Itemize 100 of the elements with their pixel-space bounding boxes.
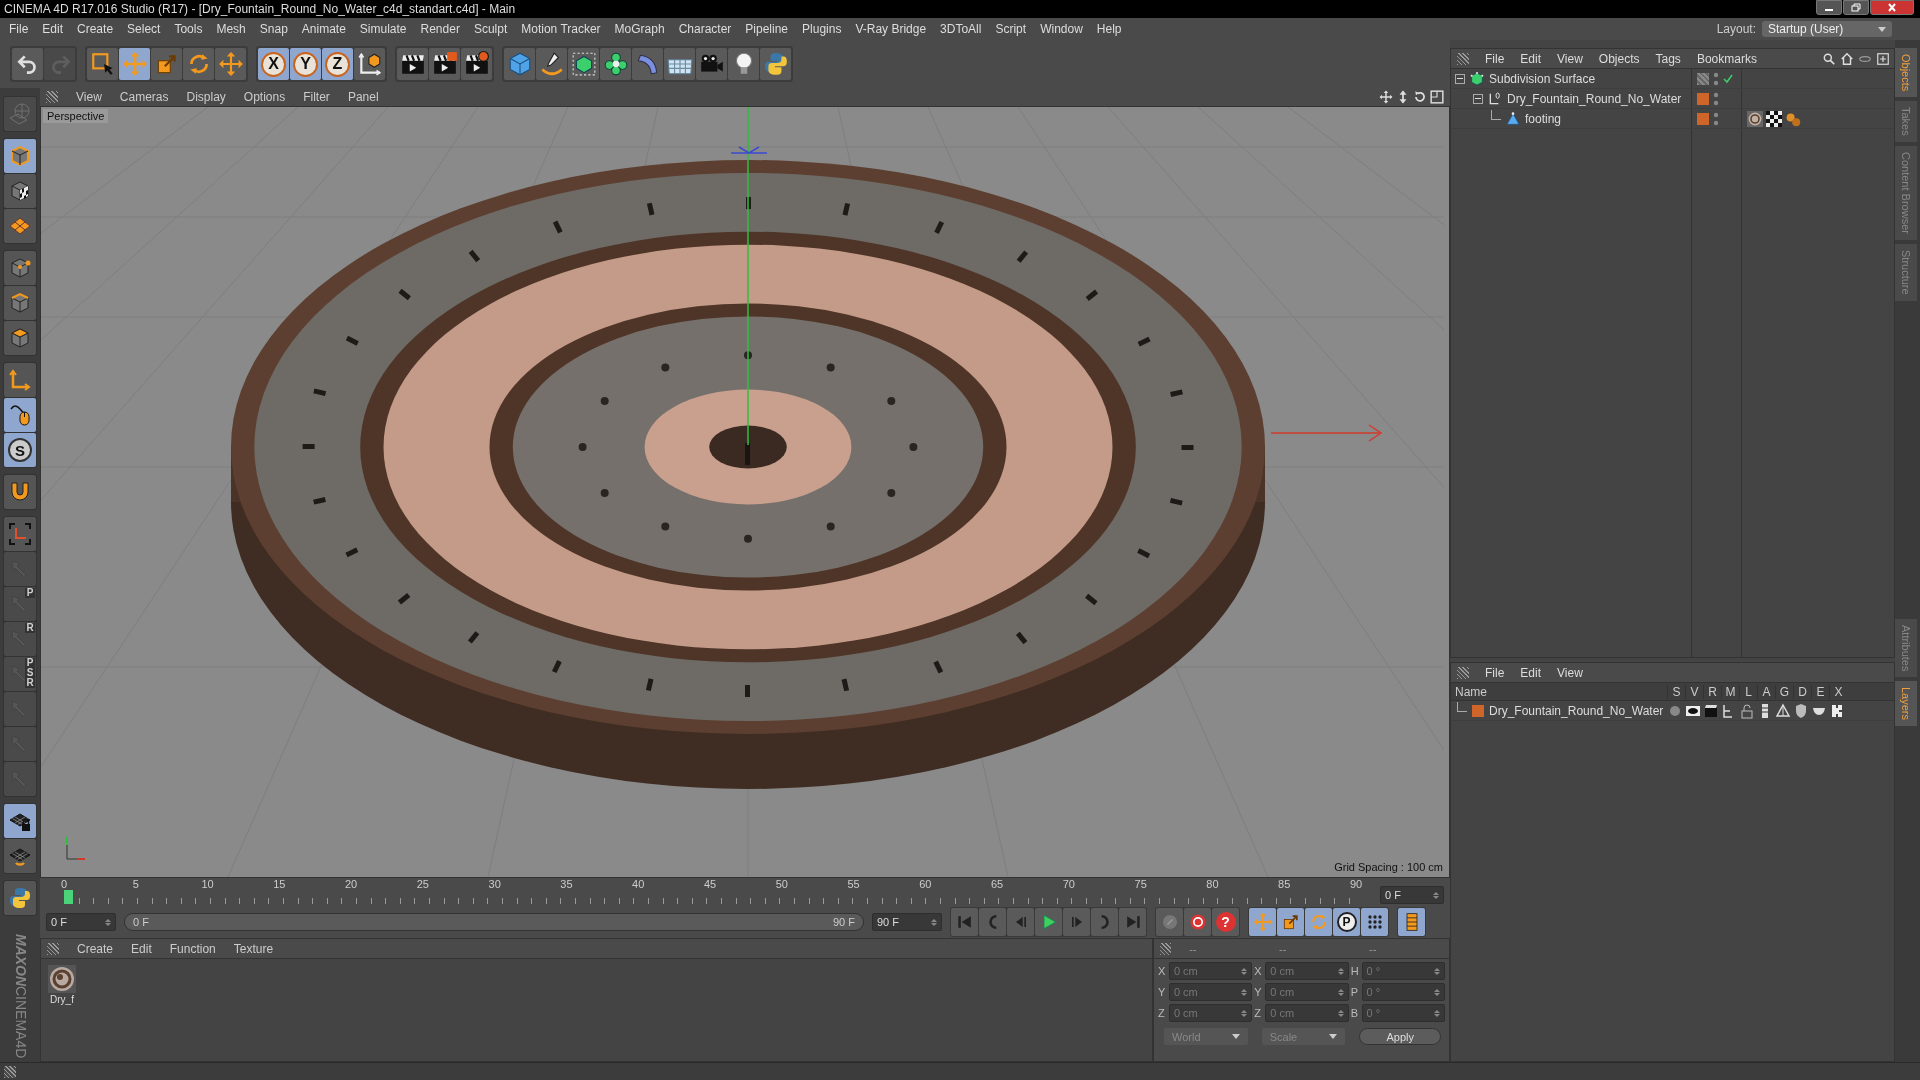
menu-item[interactable]: Motion Tracker <box>514 22 608 36</box>
menu-item[interactable]: Edit <box>123 941 160 956</box>
menu-item[interactable]: View <box>1549 665 1591 680</box>
maximize-view-icon[interactable] <box>1430 90 1444 104</box>
close-button[interactable] <box>1870 0 1914 15</box>
apply-button[interactable]: Apply <box>1359 1028 1441 1045</box>
object-name[interactable]: Subdivision Surface <box>1489 71 1596 86</box>
tool-button[interactable] <box>4 398 36 432</box>
menu-item[interactable]: Pipeline <box>738 22 796 36</box>
menu-item[interactable]: Options <box>235 90 294 104</box>
minimize-button[interactable] <box>1816 0 1842 15</box>
menu-item[interactable]: Select <box>120 22 168 36</box>
playback-button[interactable]: P <box>1333 908 1360 936</box>
menu-item[interactable]: Script <box>988 22 1034 36</box>
toolbar-button[interactable] <box>429 48 460 80</box>
tree-toggle[interactable] <box>1473 93 1483 104</box>
menu-item[interactable]: Sculpt <box>466 22 515 36</box>
toolbar-button[interactable]: Z <box>322 48 353 80</box>
shield-icon[interactable] <box>1793 702 1809 719</box>
toolbar-button[interactable] <box>728 48 759 80</box>
end-frame-field[interactable]: 90 F <box>872 913 942 931</box>
menu-item[interactable]: Mesh <box>209 22 253 36</box>
side-tab[interactable]: Layers <box>1895 681 1917 727</box>
material-preview[interactable] <box>48 965 76 993</box>
layer-swatch[interactable] <box>1697 72 1709 85</box>
new-panel-icon[interactable] <box>1876 51 1890 66</box>
spheres-tag-icon[interactable] <box>1785 110 1801 127</box>
toolbar-button[interactable] <box>354 48 385 80</box>
menu-item[interactable]: Cameras <box>111 90 177 104</box>
home-icon[interactable] <box>1840 51 1854 66</box>
search-icon[interactable] <box>1822 51 1836 66</box>
menu-item[interactable]: Create <box>70 22 121 36</box>
restore-button[interactable] <box>1843 0 1869 15</box>
menu-item[interactable]: Edit <box>35 22 71 36</box>
playback-button[interactable] <box>1035 908 1062 936</box>
toolbar-button[interactable] <box>600 48 631 80</box>
clapperboard-icon[interactable] <box>1703 702 1719 719</box>
side-tab[interactable]: Objects <box>1895 48 1917 98</box>
layer-swatch[interactable] <box>1697 92 1709 105</box>
menu-item[interactable]: Texture <box>225 941 282 956</box>
menu-item[interactable]: Edit <box>1512 665 1550 680</box>
tool-button[interactable] <box>4 321 36 355</box>
layout-dropdown[interactable]: Startup (User) <box>1762 21 1892 37</box>
tool-button[interactable]: S <box>4 433 36 467</box>
menu-item[interactable]: Animate <box>294 22 353 36</box>
toolbar-button[interactable] <box>536 48 567 80</box>
layer-swatch[interactable] <box>1472 704 1484 717</box>
playback-button[interactable] <box>1277 908 1304 936</box>
check-icon[interactable] <box>1723 73 1733 84</box>
menu-item[interactable]: View <box>68 90 110 104</box>
object-name[interactable]: Dry_Fountain_Round_No_Water <box>1507 91 1682 106</box>
menu-item[interactable]: View <box>1549 51 1591 66</box>
move-view-icon[interactable] <box>1379 90 1393 104</box>
layer-name[interactable]: Dry_Fountain_Round_No_Water <box>1489 703 1664 718</box>
toolbar-button[interactable]: X <box>258 48 289 80</box>
playback-button[interactable] <box>1361 908 1388 936</box>
menu-item[interactable]: Character <box>671 22 739 36</box>
menu-item[interactable]: Bookmarks <box>1688 51 1765 66</box>
menu-item[interactable]: Edit <box>1512 51 1550 66</box>
object-name[interactable]: footing <box>1525 111 1562 126</box>
menu-item[interactable]: Simulate <box>352 22 414 36</box>
checkered-tag-icon[interactable] <box>1766 110 1782 127</box>
visibility-dots-icon[interactable] <box>1713 91 1719 106</box>
lock-icon[interactable] <box>1739 702 1755 719</box>
tool-button[interactable] <box>4 804 36 838</box>
menu-item[interactable]: Tags <box>1647 51 1689 66</box>
menu-item[interactable]: Snap <box>252 22 295 36</box>
menu-item[interactable]: Render <box>413 22 467 36</box>
tool-button[interactable] <box>4 174 36 208</box>
toolbar-button[interactable] <box>87 48 118 80</box>
tree-toggle[interactable] <box>1455 73 1465 84</box>
toolbar-button[interactable] <box>397 48 428 80</box>
pyramid-icon[interactable] <box>1775 702 1791 719</box>
menu-item[interactable]: Objects <box>1590 51 1648 66</box>
visibility-dots-icon[interactable] <box>1713 71 1719 86</box>
menu-item[interactable]: Create <box>69 941 122 956</box>
menu-item[interactable]: Help <box>1089 22 1129 36</box>
layer-swatch[interactable] <box>1697 112 1709 125</box>
toolbar-button[interactable]: Y <box>290 48 321 80</box>
menu-item[interactable]: Filter <box>295 90 338 104</box>
menu-item[interactable]: Function <box>161 941 224 956</box>
menu-item[interactable]: File <box>2 22 36 36</box>
playback-button[interactable] <box>1398 908 1425 936</box>
playback-button[interactable] <box>1184 908 1211 936</box>
toolbar-button[interactable] <box>461 48 492 80</box>
range-slider[interactable]: 0 F 90 F <box>125 914 863 930</box>
material-tag-icon[interactable] <box>1747 110 1763 127</box>
menu-item[interactable]: 3DToAll <box>933 22 989 36</box>
puzzle-icon[interactable] <box>1829 702 1845 719</box>
menu-item[interactable]: File <box>1477 665 1513 680</box>
rotate-view-icon[interactable] <box>1413 90 1427 104</box>
menu-item[interactable]: Window <box>1033 22 1090 36</box>
menu-item[interactable]: Tools <box>167 22 210 36</box>
current-frame-field[interactable]: 0 F <box>1380 886 1444 904</box>
visibility-dots-icon[interactable] <box>1713 111 1719 126</box>
playback-button[interactable]: ? <box>1212 908 1239 936</box>
menu-item[interactable]: V-Ray Bridge <box>848 22 934 36</box>
menu-item[interactable]: Display <box>178 90 234 104</box>
menu-item[interactable]: File <box>1477 51 1513 66</box>
start-frame-field[interactable]: 0 F <box>46 913 116 931</box>
